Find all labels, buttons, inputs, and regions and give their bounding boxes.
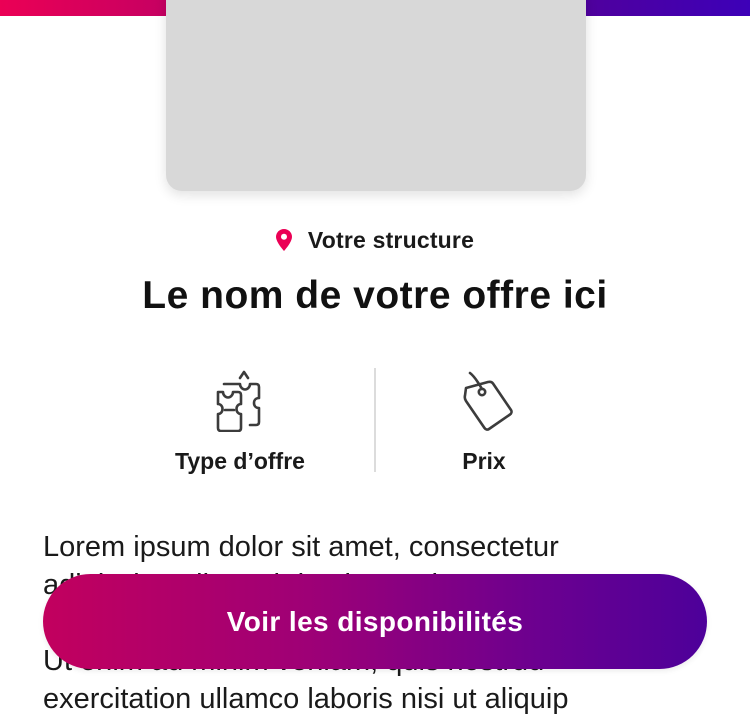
description-line: Lorem ipsum dolor sit amet, consectetur — [43, 531, 559, 563]
offer-price-info: Prix — [369, 364, 599, 476]
offer-preview-page: Votre structure Le nom de votre offre ic… — [0, 0, 750, 716]
info-divider — [374, 368, 376, 472]
offer-type-info: Type d’offre — [125, 364, 355, 476]
offer-price-label: Prix — [462, 448, 506, 474]
offer-image-placeholder — [166, 0, 586, 191]
see-availability-button[interactable]: Voir les disponibilités — [43, 574, 707, 669]
description-line: exercitation ullamco laboris nisi ut ali… — [43, 683, 569, 715]
venue-row: Votre structure — [0, 222, 750, 258]
location-pin-icon — [275, 229, 292, 251]
price-tag-icon — [463, 371, 513, 431]
offer-type-label: Type d’offre — [175, 448, 305, 474]
offer-title: Le nom de votre offre ici — [142, 274, 608, 317]
venue-name: Votre structure — [307, 226, 475, 253]
tickets-icon — [216, 370, 261, 432]
